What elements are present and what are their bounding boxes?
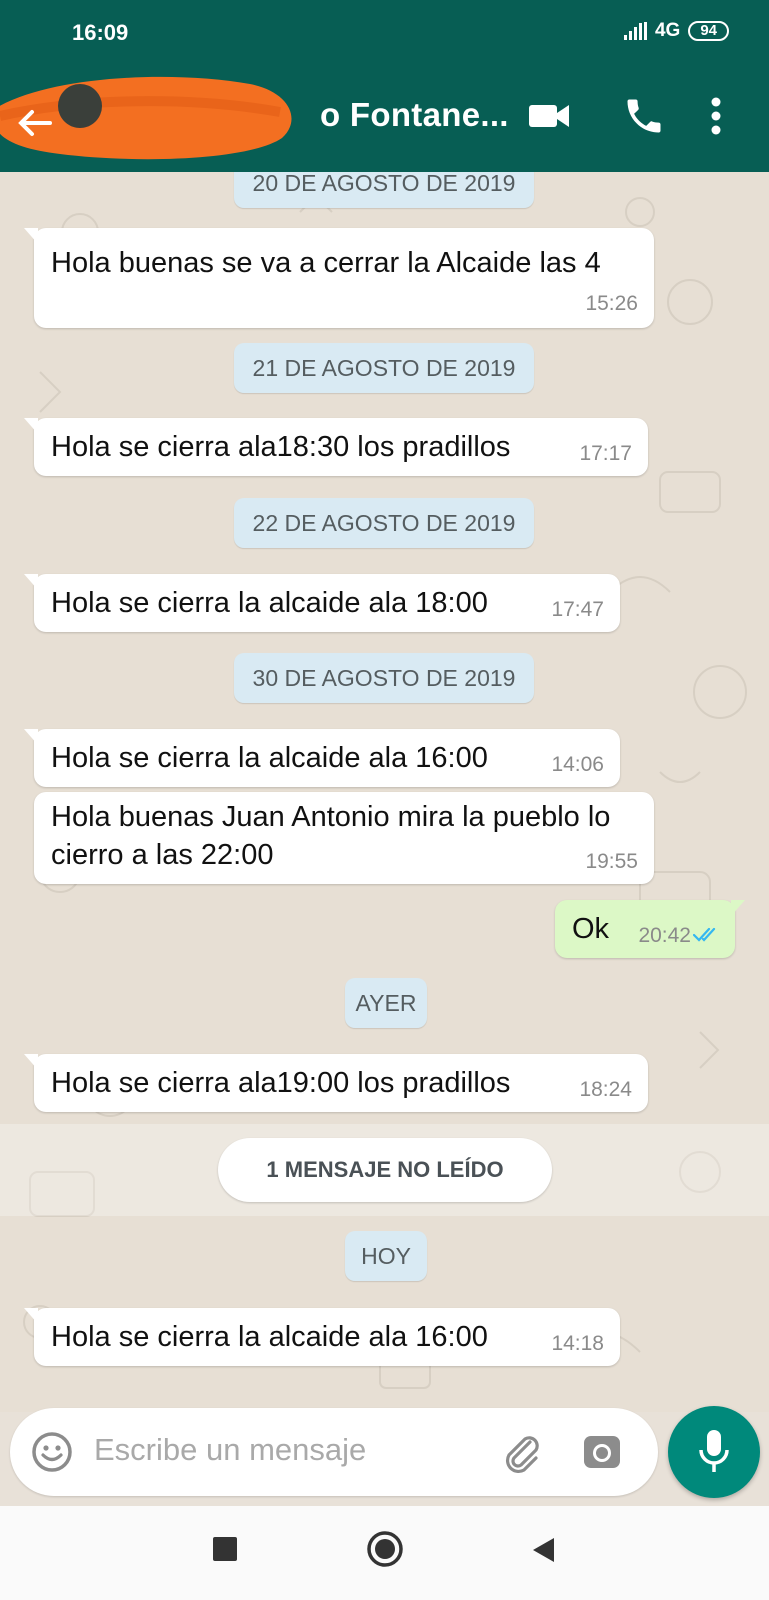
message-text: Ok xyxy=(572,913,610,945)
avatar[interactable] xyxy=(58,84,102,128)
voice-call-icon[interactable] xyxy=(622,94,666,138)
message-bubble-incoming[interactable]: Hola buenas se va a cerrar la Alcaide la… xyxy=(24,228,654,328)
battery-level: 94 xyxy=(700,22,717,39)
message-time: 19:55 xyxy=(585,850,638,873)
message-text: Hola se cierra ala18:30 los pradillos xyxy=(51,431,511,463)
message-time: 17:47 xyxy=(551,598,604,621)
date-chip: 20 DE AGOSTO DE 2019 xyxy=(234,172,534,208)
message-text: Hola se cierra la alcaide ala 18:00 xyxy=(51,587,488,619)
date-chip: 30 DE AGOSTO DE 2019 xyxy=(234,653,534,703)
unread-count-pill: 1 MENSAJE NO LEÍDO xyxy=(218,1138,552,1202)
message-time: 14:06 xyxy=(551,753,604,776)
double-check-read-icon xyxy=(693,927,716,942)
status-icons: 4G 94 xyxy=(623,20,729,42)
chat-header: o Fontane... xyxy=(0,64,769,172)
message-bubble-incoming[interactable]: Hola se cierra la alcaide ala 16:00 14:0… xyxy=(24,729,620,787)
contact-name[interactable]: o Fontane... xyxy=(320,96,509,134)
date-chip: AYER xyxy=(345,978,427,1028)
network-type: 4G xyxy=(654,20,681,41)
status-bar: 16:09 4G 94 xyxy=(0,0,769,64)
message-bubble-outgoing[interactable]: Ok 20:42 xyxy=(555,900,745,958)
battery-icon: 94 xyxy=(688,21,729,41)
microphone-icon xyxy=(699,1430,729,1472)
date-chip: 21 DE AGOSTO DE 2019 xyxy=(234,343,534,393)
message-bubble-incoming[interactable]: Hola se cierra ala19:00 los pradillos 18… xyxy=(24,1054,648,1112)
message-time: 18:24 xyxy=(579,1078,632,1101)
status-time: 16:09 xyxy=(72,20,129,45)
message-bubble-incoming[interactable]: Hola buenas Juan Antonio mira la pueblo … xyxy=(34,792,654,884)
system-navigation-bar xyxy=(0,1506,769,1600)
message-text: Hola se cierra la alcaide ala 16:00 xyxy=(51,742,488,774)
message-list[interactable]: 20 DE AGOSTO DE 2019 Hola buenas se va a… xyxy=(0,172,769,1412)
message-time: 14:18 xyxy=(551,1332,604,1355)
message-composer[interactable]: Escribe un mensaje xyxy=(10,1408,658,1496)
message-input[interactable]: Escribe un mensaje xyxy=(94,1432,366,1468)
message-bubble-incoming[interactable]: Hola se cierra la alcaide ala 16:00 14:1… xyxy=(24,1308,620,1366)
message-bubble-incoming[interactable]: Hola se cierra ala18:30 los pradillos 17… xyxy=(24,418,648,476)
message-bubble-incoming[interactable]: Hola se cierra la alcaide ala 18:00 17:4… xyxy=(24,574,620,632)
signal-icon xyxy=(623,22,647,40)
message-text: Hola buenas Juan Antonio mira la pueblo … xyxy=(51,801,611,871)
date-chip: HOY xyxy=(345,1231,427,1281)
message-text: Hola se cierra la alcaide ala 16:00 xyxy=(51,1321,488,1353)
message-time: 20:42 xyxy=(638,924,691,947)
unread-divider: 1 MENSAJE NO LEÍDO xyxy=(0,1124,769,1216)
voice-record-button[interactable] xyxy=(668,1406,760,1498)
back-arrow-icon[interactable] xyxy=(16,108,52,138)
message-time: 15:26 xyxy=(585,292,638,315)
attach-icon[interactable] xyxy=(500,1430,544,1474)
emoji-icon[interactable] xyxy=(30,1430,74,1474)
more-vert-icon[interactable] xyxy=(708,94,724,138)
message-time: 17:17 xyxy=(579,442,632,465)
recents-square-icon[interactable] xyxy=(212,1536,238,1562)
message-text: Hola se cierra ala19:00 los pradillos xyxy=(51,1067,511,1099)
video-call-icon[interactable] xyxy=(527,94,571,138)
back-triangle-icon[interactable] xyxy=(530,1536,556,1564)
home-circle-icon[interactable] xyxy=(366,1530,404,1568)
date-chip: 22 DE AGOSTO DE 2019 xyxy=(234,498,534,548)
message-text: Hola buenas se va a cerrar la Alcaide la… xyxy=(51,247,601,279)
camera-icon[interactable] xyxy=(580,1430,624,1474)
